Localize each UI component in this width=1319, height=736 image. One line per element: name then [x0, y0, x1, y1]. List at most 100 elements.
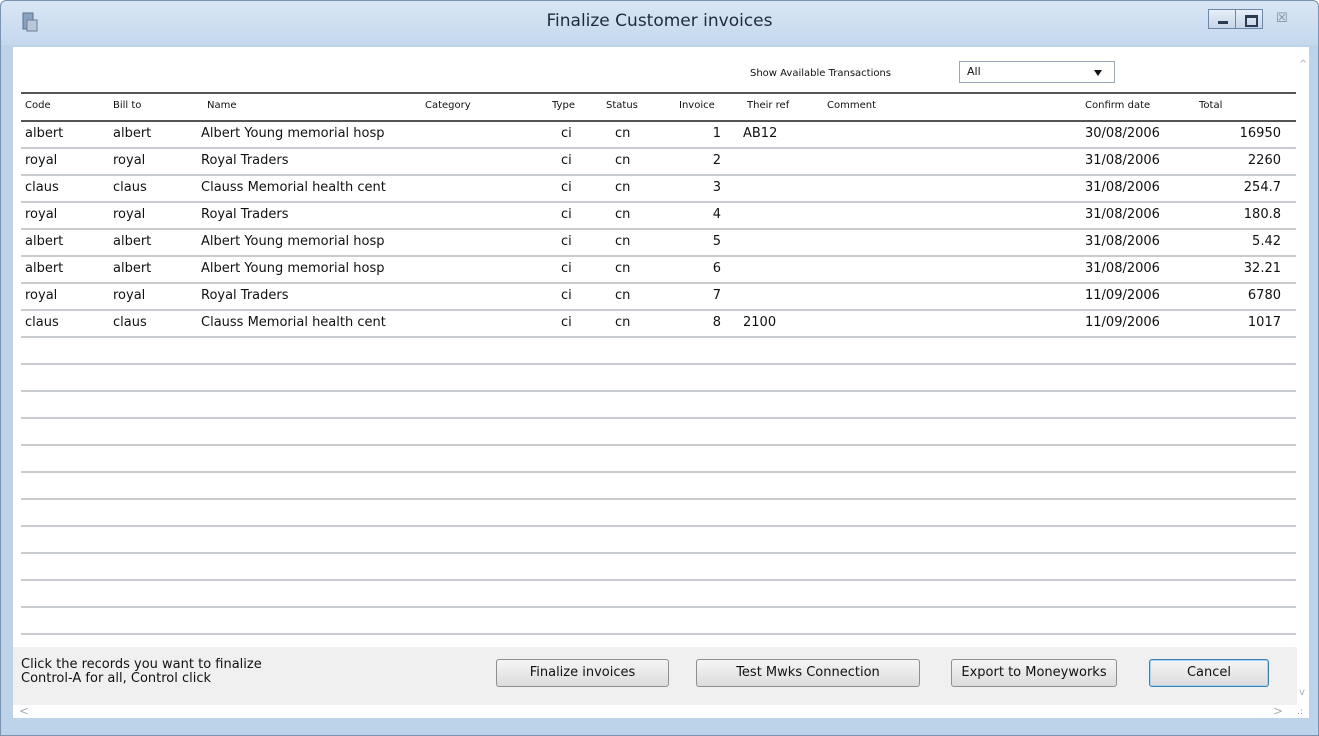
close-button[interactable]: ☒: [1262, 9, 1304, 29]
cell-name: Clauss Memorial health cent: [201, 315, 386, 330]
action-bar: Click the records you want to finalize C…: [13, 647, 1297, 705]
cell-code: claus: [25, 180, 59, 195]
cancel-button[interactable]: Cancel: [1149, 659, 1269, 687]
cell-invoice: 7: [712, 288, 721, 303]
resize-grip-icon[interactable]: .:: [1297, 707, 1303, 717]
cell-bill-to: albert: [113, 234, 152, 249]
minimize-button[interactable]: [1208, 9, 1236, 29]
cell-confirm-date: 11/09/2006: [1085, 288, 1160, 303]
cell-confirm-date: 11/09/2006: [1085, 315, 1160, 330]
vertical-scrollbar[interactable]: ^ v: [1297, 47, 1309, 707]
table-row[interactable]: albert albert Albert Young memorial hosp ci…: [21, 257, 1296, 284]
col-total[interactable]: Total: [1199, 100, 1222, 111]
filter-bar: Show Available Transactions All: [13, 47, 1297, 91]
cell-type: ci: [561, 234, 572, 249]
col-confirm-date[interactable]: Confirm date: [1085, 100, 1150, 111]
invoice-table: Code Bill to Name Category Type Status I…: [21, 92, 1296, 689]
cell-total: 16950: [1239, 126, 1281, 141]
scroll-left-icon[interactable]: <: [19, 704, 29, 718]
cell-their-ref: 2100: [743, 315, 777, 330]
cell-type: ci: [561, 153, 572, 168]
table-header: Code Bill to Name Category Type Status I…: [21, 92, 1296, 122]
cell-confirm-date: 31/08/2006: [1085, 261, 1160, 276]
cell-name: Clauss Memorial health cent: [201, 180, 386, 195]
cell-invoice: 8: [712, 315, 721, 330]
horizontal-scrollbar[interactable]: < > .:: [13, 704, 1309, 718]
col-code[interactable]: Code: [25, 100, 51, 111]
empty-row[interactable]: [21, 554, 1296, 581]
table-row[interactable]: royal royal Royal Traders ci cn 2 31/08/2006 22…: [21, 149, 1296, 176]
scroll-right-icon[interactable]: >: [1273, 704, 1283, 718]
cell-name: Albert Young memorial hosp: [201, 126, 385, 141]
col-bill-to[interactable]: Bill to: [113, 100, 141, 111]
cell-status: cn: [615, 261, 631, 276]
cell-code: claus: [25, 315, 59, 330]
col-status[interactable]: Status: [606, 100, 638, 111]
cell-invoice: 1: [712, 126, 721, 141]
cell-confirm-date: 31/08/2006: [1085, 180, 1160, 195]
cell-total: 6780: [1247, 288, 1281, 303]
table-row[interactable]: albert albert Albert Young memorial hosp ci…: [21, 122, 1296, 149]
cell-bill-to: royal: [113, 207, 146, 222]
col-name[interactable]: Name: [207, 100, 237, 111]
window: Finalize Customer invoices ☒ Show Availa…: [0, 0, 1319, 736]
col-type[interactable]: Type: [552, 100, 575, 111]
cell-name: Albert Young memorial hosp: [201, 234, 385, 249]
cell-bill-to: royal: [113, 288, 146, 303]
maximize-button[interactable]: [1235, 9, 1263, 29]
cell-invoice: 6: [712, 261, 721, 276]
window-title: Finalize Customer invoices: [546, 11, 773, 31]
scroll-up-icon[interactable]: ^: [1299, 59, 1307, 70]
empty-row[interactable]: [21, 527, 1296, 554]
export-moneyworks-button[interactable]: Export to Moneyworks: [951, 659, 1117, 687]
cell-type: ci: [561, 207, 572, 222]
help-line-1: Click the records you want to finalize: [21, 658, 262, 672]
empty-row[interactable]: [21, 473, 1296, 500]
cell-confirm-date: 30/08/2006: [1085, 126, 1160, 141]
cell-total: 2260: [1247, 153, 1281, 168]
col-invoice[interactable]: Invoice: [679, 100, 715, 111]
cell-bill-to: albert: [113, 261, 152, 276]
cell-confirm-date: 31/08/2006: [1085, 207, 1160, 222]
show-transactions-label: Show Available Transactions: [750, 68, 892, 79]
close-icon: ☒: [1276, 11, 1288, 26]
cell-status: cn: [615, 153, 631, 168]
cell-total: 180.8: [1243, 207, 1281, 222]
cell-name: Royal Traders: [201, 207, 289, 222]
empty-row[interactable]: [21, 608, 1296, 635]
finalize-invoices-button[interactable]: Finalize invoices: [496, 659, 669, 687]
cell-name: Albert Young memorial hosp: [201, 261, 385, 276]
empty-row[interactable]: [21, 581, 1296, 608]
cell-name: Royal Traders: [201, 288, 289, 303]
cell-total: 5.42: [1252, 234, 1281, 249]
cell-invoice: 2: [712, 153, 721, 168]
cell-invoice: 4: [712, 207, 721, 222]
table-row[interactable]: claus claus Clauss Memorial health cent ci c…: [21, 176, 1296, 203]
cell-type: ci: [561, 180, 572, 195]
empty-row[interactable]: [21, 500, 1296, 527]
col-category[interactable]: Category: [425, 100, 471, 111]
cell-code: royal: [25, 207, 58, 222]
table-row[interactable]: albert albert Albert Young memorial hosp ci…: [21, 230, 1296, 257]
cell-their-ref: AB12: [743, 126, 778, 141]
cell-name: Royal Traders: [201, 153, 289, 168]
cell-invoice: 5: [712, 234, 721, 249]
cell-status: cn: [615, 288, 631, 303]
cell-bill-to: claus: [113, 180, 147, 195]
empty-row[interactable]: [21, 338, 1296, 365]
test-connection-button[interactable]: Test Mwks Connection: [696, 659, 920, 687]
empty-row[interactable]: [21, 392, 1296, 419]
cell-status: cn: [615, 207, 631, 222]
table-row[interactable]: royal royal Royal Traders ci cn 4 31/08/2006 18…: [21, 203, 1296, 230]
scroll-down-icon[interactable]: v: [1299, 687, 1305, 698]
empty-row[interactable]: [21, 365, 1296, 392]
transactions-filter-select[interactable]: All: [959, 61, 1115, 83]
maximize-icon: [1245, 15, 1258, 27]
empty-row[interactable]: [21, 419, 1296, 446]
table-row[interactable]: claus claus Clauss Memorial health cent ci c…: [21, 311, 1296, 338]
table-row[interactable]: royal royal Royal Traders ci cn 7 11/09/2006 67…: [21, 284, 1296, 311]
col-their-ref[interactable]: Their ref: [747, 100, 789, 111]
title-bar[interactable]: Finalize Customer invoices ☒: [1, 1, 1318, 45]
col-comment[interactable]: Comment: [827, 100, 876, 111]
empty-row[interactable]: [21, 446, 1296, 473]
